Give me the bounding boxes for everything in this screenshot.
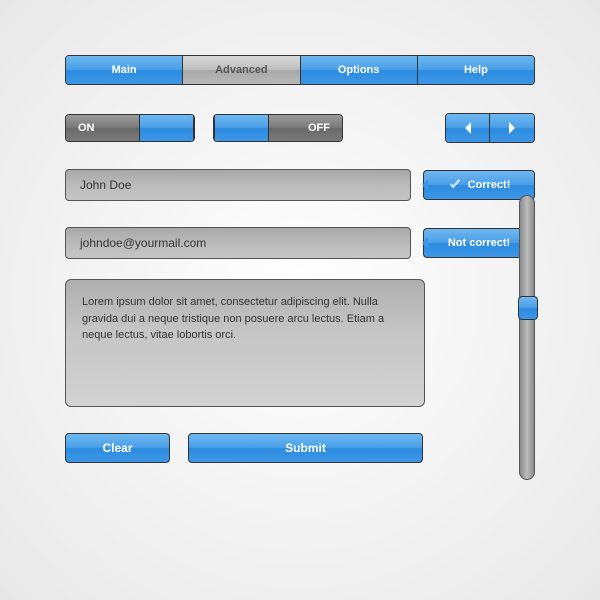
arrow-right-icon	[507, 122, 517, 134]
arrow-stepper	[445, 113, 535, 143]
textarea[interactable]: Lorem ipsum dolor sit amet, consectetur …	[65, 279, 425, 407]
correct-label: Correct!	[468, 179, 511, 191]
email-input[interactable]: johndoe@yourmail.com	[65, 227, 411, 259]
tab-main[interactable]: Main	[66, 56, 183, 84]
tab-advanced[interactable]: Advanced	[183, 56, 300, 84]
toggle-on[interactable]: ON	[65, 114, 195, 142]
scrollbar[interactable]	[519, 195, 535, 480]
tab-options[interactable]: Options	[301, 56, 418, 84]
incorrect-label: Not correct!	[448, 237, 510, 249]
arrow-left-button[interactable]	[446, 114, 490, 142]
clear-button[interactable]: Clear	[65, 433, 170, 463]
toggle-off[interactable]: OFF	[213, 114, 343, 142]
toggle-on-label: ON	[66, 115, 139, 141]
toggle-knob[interactable]	[139, 115, 194, 141]
check-icon	[448, 178, 462, 192]
name-input[interactable]: John Doe	[65, 169, 411, 201]
submit-button[interactable]: Submit	[188, 433, 423, 463]
correct-badge: Correct!	[423, 170, 535, 200]
scroll-thumb[interactable]	[518, 296, 538, 320]
toggle-off-label: OFF	[269, 115, 342, 141]
toggle-knob[interactable]	[214, 115, 269, 141]
arrow-left-icon	[463, 122, 473, 134]
arrow-right-button[interactable]	[490, 114, 534, 142]
tab-help[interactable]: Help	[418, 56, 534, 84]
tab-bar: Main Advanced Options Help	[65, 55, 535, 85]
